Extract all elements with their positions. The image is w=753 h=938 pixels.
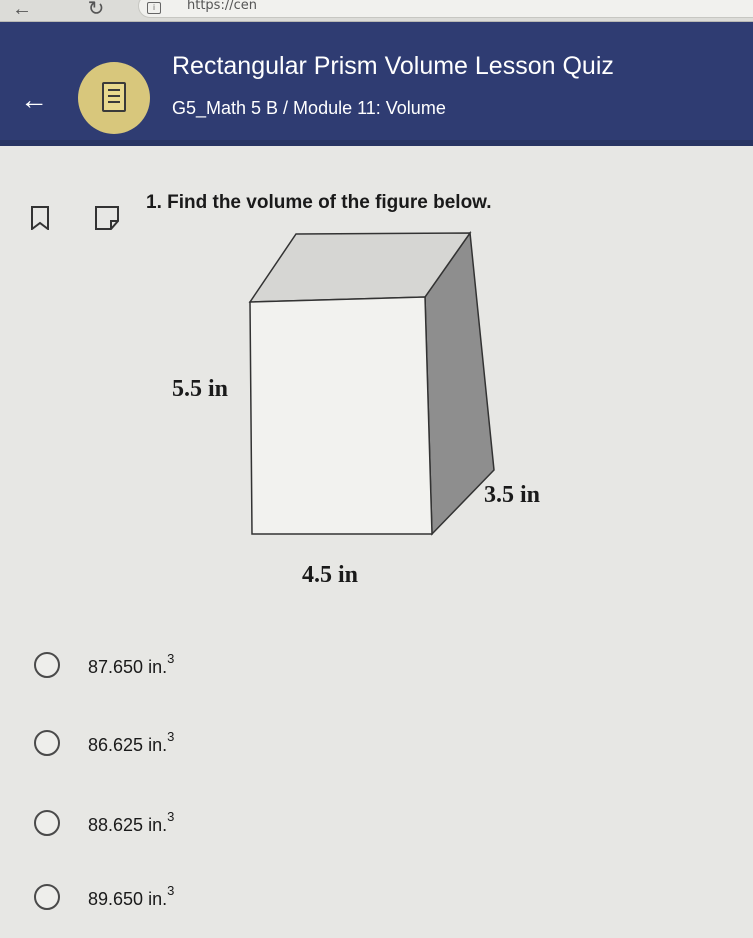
quiz-subtitle: G5_Math 5 B / Module 11: Volume xyxy=(172,98,446,118)
bookmark-icon[interactable] xyxy=(30,206,50,230)
browser-reload-icon[interactable]: ↻ xyxy=(82,0,110,22)
answer-option-2[interactable]: 86.625 in.3 xyxy=(34,724,334,764)
prism-top-face xyxy=(248,232,472,303)
answer-label: 87.650 in.3 xyxy=(88,651,175,677)
address-url: https://cen xyxy=(187,0,257,13)
answer-label: 88.625 in.3 xyxy=(88,809,175,835)
lesson-logo xyxy=(78,62,150,134)
answer-option-4[interactable]: 89.650 in.3 xyxy=(34,878,334,918)
quiz-header: ← Rectangular Prism Volume Lesson Quiz G… xyxy=(0,22,753,146)
answer-option-3[interactable]: 88.625 in.3 xyxy=(34,804,334,844)
back-arrow-icon[interactable]: ← xyxy=(20,86,48,114)
question-text: 1. Find the volume of the figure below. xyxy=(146,192,492,213)
width-label: 4.5 in xyxy=(302,562,359,588)
quiz-title: Rectangular Prism Volume Lesson Quiz xyxy=(172,52,614,80)
site-info-icon[interactable]: i xyxy=(147,2,161,14)
radio-button[interactable] xyxy=(34,810,60,836)
radio-button[interactable] xyxy=(34,652,60,678)
answer-option-1[interactable]: 87.650 in.3 xyxy=(34,646,334,686)
prism-front-face xyxy=(249,296,433,535)
browser-toolbar: ← ↻ i https://cen xyxy=(0,0,753,22)
height-label: 5.5 in xyxy=(172,376,229,402)
document-icon xyxy=(102,82,126,112)
answer-label: 89.650 in.3 xyxy=(88,883,175,909)
answer-label: 86.625 in.3 xyxy=(88,729,175,755)
browser-back-icon[interactable]: ← xyxy=(8,0,36,22)
depth-label: 3.5 in xyxy=(484,482,541,508)
flag-question-icon[interactable] xyxy=(94,206,120,230)
radio-button[interactable] xyxy=(34,884,60,910)
radio-button[interactable] xyxy=(34,730,60,756)
address-bar[interactable]: i https://cen xyxy=(138,0,753,18)
